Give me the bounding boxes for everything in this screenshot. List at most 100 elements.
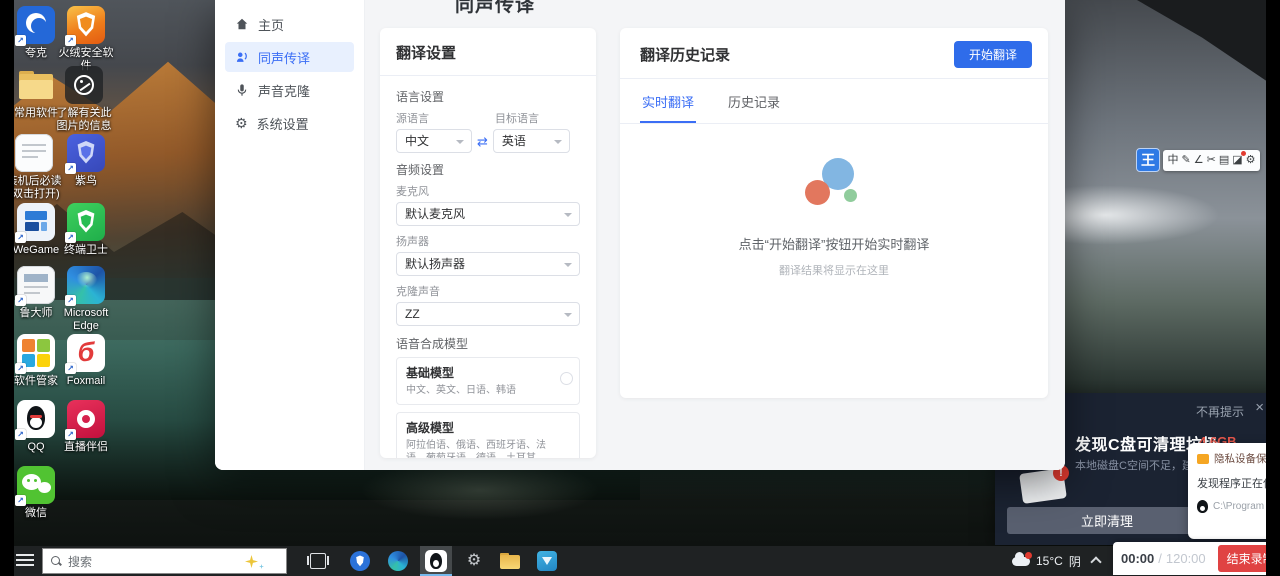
task-view-icon[interactable] (310, 553, 326, 569)
desktop-icon-label: Foxmail (58, 375, 114, 388)
guard-icon (350, 551, 370, 571)
shortcut-arrow-badge: ↗ (65, 295, 76, 306)
mic-label: 麦克风 (396, 183, 580, 199)
edge-icon (388, 551, 408, 571)
basic-model-option[interactable]: 基础模型 中文、英文、日语、韩语 (396, 357, 580, 405)
basic-model-langs: 中文、英文、日语、韩语 (406, 384, 555, 398)
sidebar-item-label: 同声传译 (258, 48, 310, 67)
speaker-select[interactable]: 默认扬声器 (396, 252, 580, 276)
recording-bar: 00:00 / 120:00 结束录制 (1113, 542, 1280, 575)
desktop-icon-image-info[interactable]: 了解有关此图片的信息 (56, 66, 112, 133)
dismiss-link[interactable]: 不再提示 (1196, 403, 1244, 420)
sidebar-item-voice-clone[interactable]: 声音克隆 (225, 75, 354, 105)
microphone-value: 默认麦克风 (405, 207, 465, 221)
shortcut-arrow-badge: ↗ (15, 429, 26, 440)
taskbar-item-settings[interactable]: ⚙ (458, 546, 490, 576)
shortcut-arrow-badge: ↗ (65, 429, 76, 440)
panel-icon[interactable]: ▤ (1219, 155, 1229, 166)
foxmail-icon: б↗ (67, 334, 105, 372)
shortcut-arrow-badge: ↗ (15, 232, 26, 243)
shortcut-arrow-badge: ↗ (65, 35, 76, 46)
source-language-select[interactable]: 中文 (396, 129, 472, 153)
page-title: 同声传译 (455, 0, 535, 17)
desktop-icon-wegame[interactable]: ↗ WeGame (8, 203, 64, 257)
desktop-icon-live-companion[interactable]: ↗ 直播伴侣 (58, 400, 114, 454)
shortcut-arrow-badge: ↗ (15, 363, 26, 374)
teal-app-icon (537, 551, 557, 571)
translation-settings-card: 翻译设置 语言设置 源语言 目标语言 中文 ⇄ 英语 音频设置 麦克风 默认麦克… (380, 28, 596, 458)
model-section-label: 语音合成模型 (396, 335, 580, 352)
desktop-icon-readme[interactable]: 装机后必读(双击打开) (6, 134, 62, 201)
taskbar-item-guard[interactable] (344, 546, 376, 576)
desktop-icon-ziniao[interactable]: ↗ 紫鸟 (58, 134, 114, 188)
qq-icon: ↗ (17, 400, 55, 438)
empty-state-title: 点击“开始翻译”按钮开始实时翻译 (620, 234, 1048, 253)
pen-icon[interactable]: ✎ (1182, 155, 1191, 166)
taskbar-item-qq-active[interactable] (420, 546, 452, 576)
taskbar-item-explorer[interactable] (494, 546, 526, 576)
app-content: 同声传译 翻译设置 语言设置 源语言 目标语言 中文 ⇄ 英语 音频设置 (365, 0, 1065, 470)
sidebar-item-home[interactable]: 主页 (225, 9, 354, 39)
huorong-security-icon: ↗ (67, 6, 105, 44)
settings-card-title: 翻译设置 (380, 28, 596, 76)
speaker-value: 默认扬声器 (405, 257, 465, 271)
desktop-icon-huorong[interactable]: ↗ 火绒安全软件 (58, 6, 114, 73)
desktop-icon-edge[interactable]: ↗ Microsoft Edge (58, 266, 114, 333)
taskbar-item-teal-app[interactable] (531, 546, 563, 576)
target-language-select[interactable]: 英语 (493, 129, 570, 153)
weather-widget[interactable]: 15°C 阴 (1012, 546, 1081, 576)
advanced-model-option[interactable]: 高级模型 阿拉伯语、俄语、西班牙语、法语、葡萄牙语、德语、土耳其语、荷兰语、乌克… (396, 412, 580, 458)
source-language-value: 中文 (405, 134, 429, 148)
tray-expand-icon[interactable] (1090, 556, 1101, 567)
start-translation-button[interactable]: 开始翻译 (954, 41, 1032, 68)
sidebar-item-system-settings[interactable]: ⚙ 系统设置 (225, 108, 354, 138)
clean-now-button[interactable]: 立即清理 (1007, 507, 1207, 534)
desktop-icon-guard[interactable]: ↗ 终端卫士 (58, 203, 114, 257)
taskbar-item-edge[interactable] (382, 546, 414, 576)
time-separator: / (1158, 551, 1162, 566)
brush-icon[interactable]: ◪ (1232, 155, 1242, 166)
scissors-icon[interactable]: ✂ (1207, 155, 1216, 166)
search-box[interactable]: 搜索 (42, 548, 287, 574)
sidebar-item-label: 系统设置 (257, 114, 309, 133)
shortcut-arrow-badge: ↗ (15, 295, 26, 306)
history-tabs: 实时翻译 历史记录 (620, 79, 1048, 124)
radio-unchecked-icon[interactable] (560, 372, 573, 385)
quark-browser-icon: ↗ (17, 6, 55, 44)
tab-history[interactable]: 历史记录 (726, 79, 782, 123)
subtitle-icon[interactable]: 中 (1168, 155, 1179, 166)
desktop-icon-wechat[interactable]: ↗ 微信 (8, 466, 64, 520)
recorder-logo-icon[interactable]: 王 (1136, 148, 1160, 172)
right-black-bar (1266, 0, 1280, 576)
cloud-icon (1012, 557, 1030, 566)
app-sidebar: 主页 同声传译 声音克隆 ⚙ 系统设置 (215, 0, 365, 470)
desktop-icon-label: 夸克 (8, 47, 64, 60)
close-icon[interactable]: × (1255, 399, 1264, 416)
wallpaper-reflection (360, 470, 600, 520)
advanced-model-langs: 阿拉伯语、俄语、西班牙语、法语、葡萄牙语、德语、土耳其语、荷兰语、乌克兰语、越南… (406, 439, 555, 458)
folder-alert-icon (1197, 454, 1209, 464)
wegame-icon: ↗ (17, 203, 55, 241)
screen: ↗ 夸克 ↗ 火绒安全软件 常用软件 了解有关此图片的信息 装机后必读(双击打开… (0, 0, 1280, 576)
wechat-icon: ↗ (17, 466, 55, 504)
desktop-icon-software-manager[interactable]: ↗ 软件管家 (8, 334, 64, 388)
microphone-select[interactable]: 默认麦克风 (396, 202, 580, 226)
home-icon (235, 17, 249, 31)
source-language-label: 源语言 (396, 110, 429, 126)
tab-realtime[interactable]: 实时翻译 (640, 79, 696, 123)
start-menu-icon[interactable] (16, 554, 34, 568)
desktop-icon-foxmail[interactable]: б↗ Foxmail (58, 334, 114, 388)
clone-voice-select[interactable]: ZZ (396, 302, 580, 326)
toolbar-settings-icon[interactable]: ⚙ (1246, 155, 1256, 166)
swap-languages-icon[interactable]: ⇄ (477, 135, 488, 148)
desktop-icon-label: 直播伴侣 (58, 441, 114, 454)
ruler-icon[interactable]: ∠ (1194, 155, 1204, 166)
desktop-icon-ludashi[interactable]: ↗ 鲁大师 (8, 266, 64, 320)
desktop-icon-quark[interactable]: ↗ 夸克 (8, 6, 64, 60)
desktop-icon-qq[interactable]: ↗ QQ (8, 400, 64, 454)
shortcut-arrow-badge: ↗ (65, 232, 76, 243)
sidebar-item-interpretation[interactable]: 同声传译 (225, 42, 354, 72)
shortcut-arrow-badge: ↗ (15, 35, 26, 46)
readme-doc-icon (15, 134, 53, 172)
microphone-icon (235, 83, 249, 97)
